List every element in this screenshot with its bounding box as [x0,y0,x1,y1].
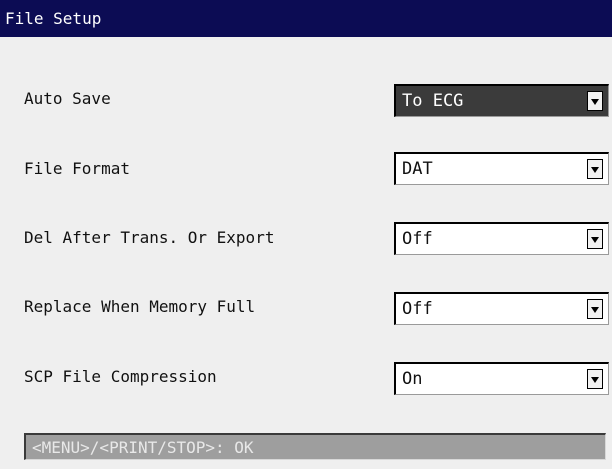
auto-save-value: To ECG [402,91,464,111]
file-format-dropdown-arrow-icon[interactable] [587,159,603,179]
scp-file-compression-value: On [402,369,423,389]
auto-save-select[interactable]: To ECG [394,84,609,117]
file-format-select[interactable]: DAT [394,152,609,185]
replace-when-memory-full-dropdown-arrow-icon[interactable] [587,299,603,319]
title-bar: File Setup [0,0,612,37]
status-text: <MENU>/<PRINT/STOP>: OK [32,438,254,457]
replace-when-memory-full-value: Off [402,299,433,319]
del-after-trans-value: Off [402,229,433,249]
window-title: File Setup [5,9,102,28]
del-after-trans-dropdown-arrow-icon[interactable] [587,229,603,249]
replace-when-memory-full-select[interactable]: Off [394,292,609,325]
status-bar: <MENU>/<PRINT/STOP>: OK [24,433,606,460]
replace-when-memory-full-label: Replace When Memory Full [24,297,256,316]
del-after-trans-select[interactable]: Off [394,222,609,255]
auto-save-label: Auto Save [24,89,111,108]
file-format-value: DAT [402,159,433,179]
scp-file-compression-label: SCP File Compression [24,367,217,386]
scp-file-compression-dropdown-arrow-icon[interactable] [587,369,603,389]
file-format-label: File Format [24,159,130,178]
scp-file-compression-select[interactable]: On [394,362,609,395]
del-after-trans-label: Del After Trans. Or Export [24,228,275,247]
file-setup-window: File Setup Auto Save To ECG File Format … [0,0,612,469]
auto-save-dropdown-arrow-icon[interactable] [587,91,603,111]
